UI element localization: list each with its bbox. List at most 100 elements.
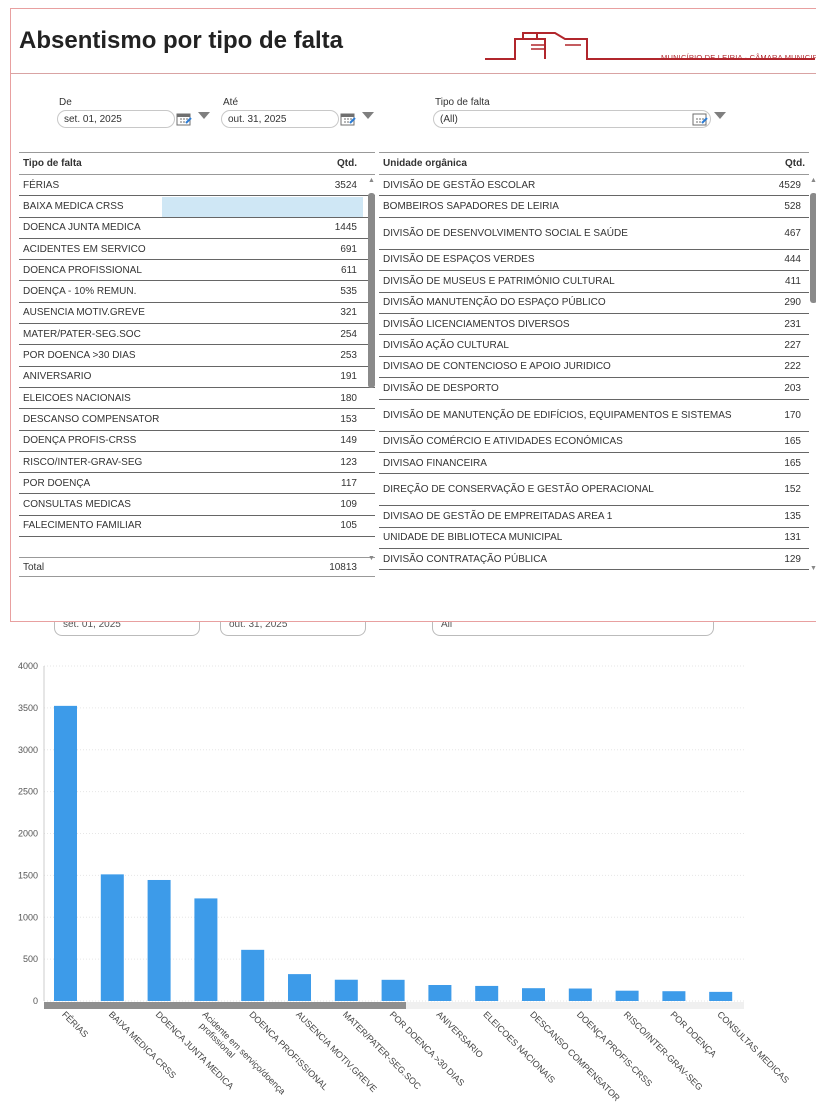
ghost-type-filter: All [432,622,714,636]
bar[interactable] [288,974,311,1001]
table-row[interactable]: DIVISÃO DE MANUTENÇÃO DE EDIFÍCIOS, EQUI… [379,400,809,432]
bar[interactable] [428,985,452,1001]
column-header-qty[interactable]: Qtd. [745,158,805,169]
bar[interactable] [662,991,686,1001]
bar[interactable] [381,979,405,1001]
table-row[interactable]: DIVISÃO APOIO TÉCNICO À GESTÃO URBANÍSTI… [379,570,809,576]
from-date-label: De [59,97,72,108]
row-qty: 152 [784,484,801,496]
table-row[interactable]: FALECIMENTO FAMILIAR 105 [19,516,375,538]
chevron-down-icon[interactable] [198,112,210,119]
table-row[interactable]: DIVISÃO DE GESTÃO ESCOLAR 4529 [379,175,809,197]
bar[interactable] [241,949,265,1001]
y-tick-label: 2500 [18,787,38,797]
table-row[interactable]: DIVISÃO DE ESPAÇOS VERDES 444 [379,250,809,272]
row-qty: 253 [340,350,357,362]
table-row[interactable]: DOENCA JUNTA MEDICA 1445 [19,218,375,239]
row-qty: 611 [341,264,357,276]
scroll-down-icon[interactable]: ▼ [368,555,375,562]
column-header-qty[interactable]: Qtd. [311,158,371,169]
table-row[interactable]: DIVISÃO LICENCIAMENTOS DIVERSOS 231 [379,314,809,336]
row-qty: 528 [784,201,801,213]
chart-scrollbar[interactable] [44,1002,406,1009]
type-filter-select[interactable]: (All) [433,110,711,128]
table-row[interactable]: DIVISÃO DE MUSEUS E PATRIMÓNIO CULTURAL 4… [379,271,809,293]
table-row[interactable]: ANIVERSARIO 191 [19,367,375,388]
bar[interactable] [147,879,171,1001]
bar[interactable] [334,979,358,1001]
chevron-down-icon[interactable] [362,112,374,119]
x-tick-label: ANIVERSARIO [434,1009,485,1060]
calendar-icon[interactable] [340,112,356,126]
bar[interactable] [475,985,499,1001]
row-label: DIVISÃO AÇÃO CULTURAL [383,340,509,352]
row-qty: 1445 [334,222,357,234]
calendar-icon[interactable] [176,112,192,126]
table-row[interactable]: FÉRIAS 3524 [19,175,375,197]
bar[interactable] [709,991,733,1001]
scroll-up-icon[interactable]: ▲ [810,177,816,184]
row-qty: 444 [784,254,801,266]
chevron-down-icon[interactable] [714,112,726,119]
table-row[interactable]: DIVISÃO MANUTENÇÃO DO ESPAÇO PÚBLICO 290 [379,293,809,314]
from-date-input[interactable]: set. 01, 2025 [57,110,175,128]
bar[interactable] [522,988,545,1001]
table-row[interactable]: DOENCA PROFISSIONAL 611 [19,260,375,282]
row-label: CONSULTAS MEDICAS [23,499,131,511]
filter-icon[interactable] [692,112,708,126]
table-row[interactable]: BOMBEIROS SAPADORES DE LEIRIA 528 [379,196,809,218]
row-label: DIVISÃO MANUTENÇÃO DO ESPAÇO PÚBLICO [383,297,606,309]
table-row[interactable]: DOENÇA - 10% REMUN. 535 [19,281,375,303]
chart-scrollbar-track[interactable] [406,1002,744,1009]
table-row[interactable]: ACIDENTES EM SERVICO 691 [19,239,375,261]
row-label: AUSENCIA MOTIV.GREVE [23,307,145,319]
row-qty: 131 [784,532,801,544]
ghost-from-date: set. 01, 2025 [54,622,200,636]
table-row[interactable]: UNIDADE DE BIBLIOTECA MUNICIPAL 131 [379,528,809,550]
table-row[interactable]: ELEICOES NACIONAIS 180 [19,388,375,410]
column-header-unit[interactable]: Unidade orgânica [383,158,745,169]
bar[interactable] [568,988,592,1001]
row-label: DIVISÃO DE ESPAÇOS VERDES [383,254,535,266]
row-qty: 4529 [778,179,801,191]
table-row[interactable]: DIVISÃO COMÉRCIO E ATIVIDADES ECONÓMICAS… [379,432,809,453]
table-row[interactable]: DIVISAO FINANCEIRA 165 [379,453,809,475]
row-qty: 411 [785,275,801,287]
right-table-scrollbar[interactable] [810,193,816,303]
table-row[interactable]: DIVISAO DE CONTENCIOSO E APOIO JURIDICO 2… [379,357,809,379]
table-row[interactable]: AUSENCIA MOTIV.GREVE 321 [19,303,375,325]
table-row[interactable]: DIVISÃO DE DESPORTO 203 [379,378,809,400]
table-row[interactable]: POR DOENÇA 117 [19,473,375,495]
left-table-scrollbar[interactable] [368,193,375,388]
row-qty: 180 [340,392,357,404]
table-row[interactable]: DESCANSO COMPENSATOR 153 [19,409,375,431]
row-label: POR DOENCA >30 DIAS [23,350,136,362]
x-tick-label: DOENÇA PROFIS-CRSS [575,1009,654,1088]
row-qty: 123 [340,456,357,468]
bar[interactable] [54,705,77,1001]
y-tick-label: 3000 [18,745,38,755]
row-label: FALECIMENTO FAMILIAR [23,520,142,532]
table-row[interactable]: DIVISÃO CONTRATAÇÃO PÚBLICA 129 [379,549,809,571]
bar[interactable] [100,874,124,1001]
table-row[interactable]: DIVISAO DE GESTÃO DE EMPREITADAS AREA 1 1… [379,506,809,528]
table-row[interactable]: DIVISÃO AÇÃO CULTURAL 227 [379,335,809,357]
table-row[interactable]: POR DOENCA >30 DIAS 253 [19,345,375,367]
x-tick-label: CONSULTAS MEDICAS [715,1009,791,1085]
table-row[interactable]: DIVISÃO DE DESENVOLVIMENTO SOCIAL E SAÚD… [379,218,809,250]
table-row[interactable]: RISCO/INTER-GRAV-SEG 123 [19,452,375,474]
column-header-type[interactable]: Tipo de falta [23,158,311,169]
table-row[interactable]: DOENÇA PROFIS-CRSS 149 [19,431,375,452]
to-date-input[interactable]: out. 31, 2025 [221,110,339,128]
x-tick-label: RISCO/INTER-GRAV-SEG [622,1009,705,1092]
bar[interactable] [615,990,639,1001]
table-row[interactable]: DIREÇÃO DE CONSERVAÇÃO E GESTÃO OPERACIO… [379,474,809,507]
logo-text: MUNICÍPIO DE LEIRIA · CÂMARA MUNICIPAL [661,53,816,62]
table-row[interactable]: CONSULTAS MEDICAS 109 [19,494,375,516]
table-row[interactable]: MATER/PATER-SEG.SOC 254 [19,324,375,346]
scroll-up-icon[interactable]: ▲ [368,177,375,184]
row-label: MATER/PATER-SEG.SOC [23,328,141,340]
total-value: 10813 [329,561,357,573]
scroll-down-icon[interactable]: ▼ [810,565,816,572]
bar[interactable] [194,898,218,1001]
